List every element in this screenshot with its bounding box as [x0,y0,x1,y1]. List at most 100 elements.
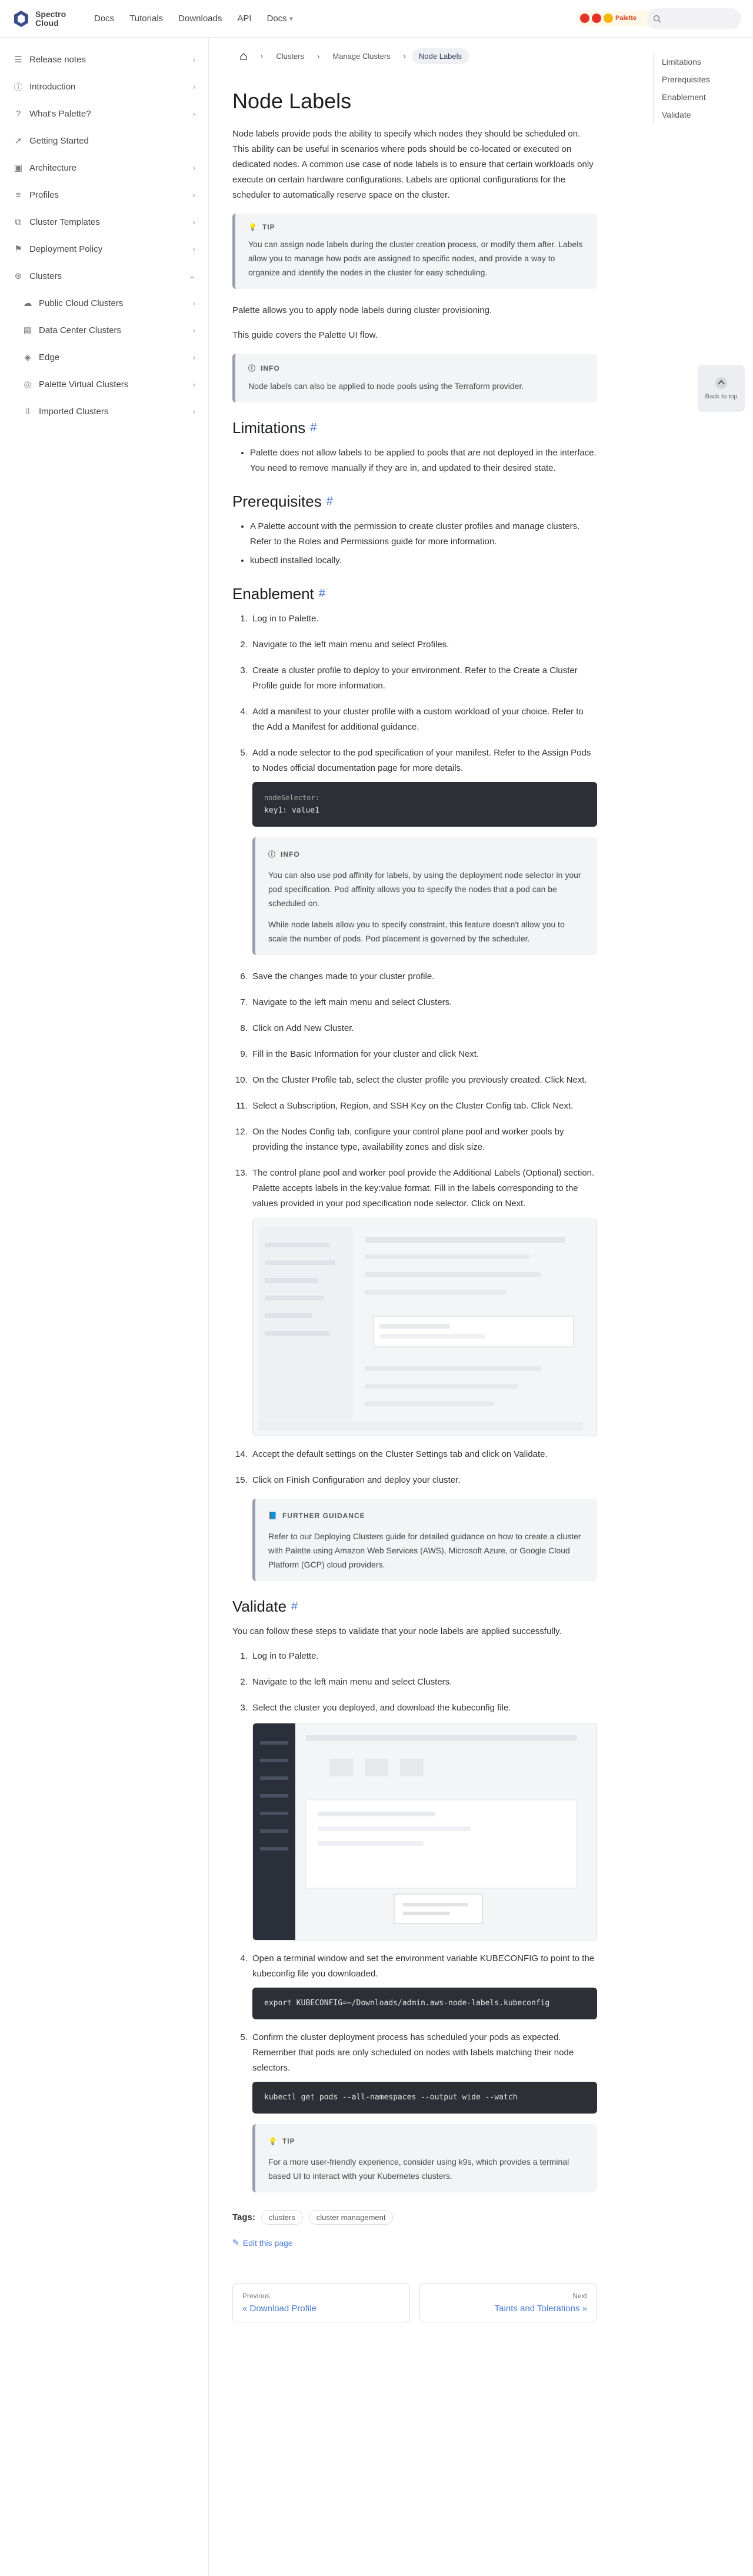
lightbulb-icon: 💡 [268,2137,278,2145]
nav-links: Docs Tutorials Downloads API Docs ▾ [94,14,293,24]
sidebar-item-label: Imported Clusters [39,406,109,417]
toc-item-enablement[interactable]: Enablement [662,88,741,106]
sidebar-item-label: Getting Started [29,135,89,146]
sidebar-item-cluster-templates[interactable]: ⧉ Cluster Templates › [6,208,202,235]
tag-clusters[interactable]: clusters [261,2210,303,2225]
edit-page-link[interactable]: ✎ Edit this page [232,2238,597,2248]
step-item: Log in to Palette. [250,1649,597,1664]
anchor-link-icon[interactable]: # [310,421,316,435]
kubeconfig-illustration [253,1723,588,1940]
chevron-right-icon: › [192,407,195,416]
nav-link-tutorials[interactable]: Tutorials [129,14,163,24]
admonition-text: You can also use pod affinity for labels… [268,870,581,908]
pager-title: « Download Profile [242,2304,316,2314]
sidebar-item-introduction[interactable]: ⓘ Introduction › [6,73,202,100]
intro-paragraph: Node labels provide pods the ability to … [232,129,594,200]
list-item: A Palette account with the permission to… [250,519,597,550]
admonition-text: While node labels allow you to specify c… [268,920,565,943]
back-to-top-button[interactable]: Back to top [698,365,745,412]
breadcrumb-manage-clusters[interactable]: Manage Clusters [325,48,397,64]
search-input[interactable] [647,8,741,29]
table-of-contents: Limitations Prerequisites Enablement Val… [653,53,741,124]
sidebar-item-label: Palette Virtual Clusters [39,379,129,390]
anchor-link-icon[interactable]: # [319,587,325,601]
admonition-heading: INFO [281,850,300,858]
sidebar-item-edge[interactable]: ◈ Edge › [6,344,202,371]
step-item: Log in to Palette. [250,611,597,627]
step-text: Open a terminal window and set the envir… [252,1953,595,1979]
chevron-right-icon: › [192,380,195,389]
pager-sub-label: Previous [242,2292,270,2300]
pencil-icon: ✎ [232,2238,239,2247]
heading-text: Enablement [232,585,314,603]
sidebar-item-deployment-policy[interactable]: ⚑ Deployment Policy › [6,235,202,262]
sidebar-item-profiles[interactable]: ≡ Profiles › [6,181,202,208]
info-icon: ⓘ [268,850,276,858]
step-item: Navigate to the left main menu and selec… [250,1675,597,1690]
tip-admonition: 💡 TIP For a more user-friendly experience… [252,2124,597,2192]
code-line: kubectl get pods --all-namespaces --outp… [264,2093,518,2102]
tip-admonition: 💡 TIP You can assign node labels during t… [232,214,597,289]
lightbulb-icon: 💡 [248,223,258,231]
nav-link-docs[interactable]: Docs [94,14,114,24]
step-text: Confirm the cluster deployment process h… [252,2032,574,2073]
sidebar-item-palette-virtual-clusters[interactable]: ◎ Palette Virtual Clusters › [6,371,202,398]
template-icon: ⧉ [15,217,22,227]
sidebar-item-whats-palette[interactable]: ? What's Palette? › [6,100,202,127]
toc-item-limitations[interactable]: Limitations [662,53,741,71]
chevron-right-icon: › [192,325,195,335]
section-heading-validate: Validate # [232,1597,597,1616]
toc-item-prerequisites[interactable]: Prerequisites [662,71,741,88]
step-item: Click on Add New Cluster. [250,1021,597,1036]
heading-text: Prerequisites [232,492,322,510]
kubeconfig-screenshot [252,1723,597,1941]
layers-icon: ≡ [15,189,21,200]
badge-dot-icon [580,14,589,23]
code-block-export-kubeconfig[interactable]: export KUBECONFIG=~/Downloads/admin.aws-… [252,1988,597,2019]
sidebar-item-imported-clusters[interactable]: ⇩ Imported Clusters › [6,398,202,425]
code-block-get-pods[interactable]: kubectl get pods --all-namespaces --outp… [252,2082,597,2114]
sidebar-item-data-center-clusters[interactable]: ▤ Data Center Clusters › [6,317,202,344]
previous-page-link[interactable]: Previous « Download Profile [232,2283,410,2322]
chevron-right-icon: › [192,82,195,91]
validate-intro: You can follow these steps to validate t… [232,1626,562,1636]
anchor-link-icon[interactable]: # [291,1600,298,1613]
chevron-right-icon: › [192,244,195,254]
breadcrumb-home[interactable] [232,49,255,64]
next-page-link[interactable]: Next Taints and Tolerations » [419,2283,597,2322]
step-item: Create a cluster profile to deploy to yo… [250,663,597,694]
admonition-text: You can assign node labels during the cl… [248,239,583,277]
breadcrumb-separator: › [317,52,320,61]
spectro-cloud-logo[interactable]: Spectro Cloud [12,9,88,28]
admonition-text: For a more user-friendly experience, con… [268,2157,569,2181]
cube-icon: ▣ [14,163,23,173]
step-item: On the Nodes Config tab, configure your … [250,1124,597,1155]
nav-link-version[interactable]: Docs ▾ [267,14,294,24]
anchor-link-icon[interactable]: # [326,495,333,508]
step-item: Add a manifest to your cluster profile w… [250,704,597,735]
nav-link-api[interactable]: API [237,14,251,24]
breadcrumb-clusters[interactable]: Clusters [269,48,311,64]
sidebar-item-label: Profiles [29,189,59,200]
step-item: Select a Subscription, Region, and SSH K… [250,1099,597,1114]
cloud-icon: ☁ [23,298,32,308]
badge-dot-icon [604,14,613,23]
sidebar-item-getting-started[interactable]: ➚ Getting Started [6,127,202,154]
sidebar-item-release-notes[interactable]: ☰ Release notes › [6,46,202,73]
code-block-node-selector[interactable]: nodeSelector: key1: value1 [252,782,597,827]
breadcrumb-separator: › [261,52,264,61]
code-line: key1: value1 [264,806,319,815]
node-config-illustration [253,1219,588,1436]
nav-link-downloads[interactable]: Downloads [178,14,222,24]
step-item: Fill in the Basic Information for your c… [250,1047,597,1062]
sidebar-item-clusters[interactable]: ⊛ Clusters ⌄ [6,262,202,289]
search-icon [653,15,661,23]
sidebar-item-architecture[interactable]: ▣ Architecture › [6,154,202,181]
step-item: Accept the default settings on the Clust… [250,1447,597,1462]
sidebar-item-public-cloud-clusters[interactable]: ☁ Public Cloud Clusters › [6,289,202,317]
sidebar-item-label: Release notes [29,54,86,65]
toc-item-validate[interactable]: Validate [662,106,741,124]
further-guidance-admonition: 📘 FURTHER GUIDANCE Refer to our Deploying… [252,1499,597,1581]
tag-cluster-management[interactable]: cluster management [308,2210,394,2225]
admonition-heading: FURTHER GUIDANCE [282,1512,365,1520]
